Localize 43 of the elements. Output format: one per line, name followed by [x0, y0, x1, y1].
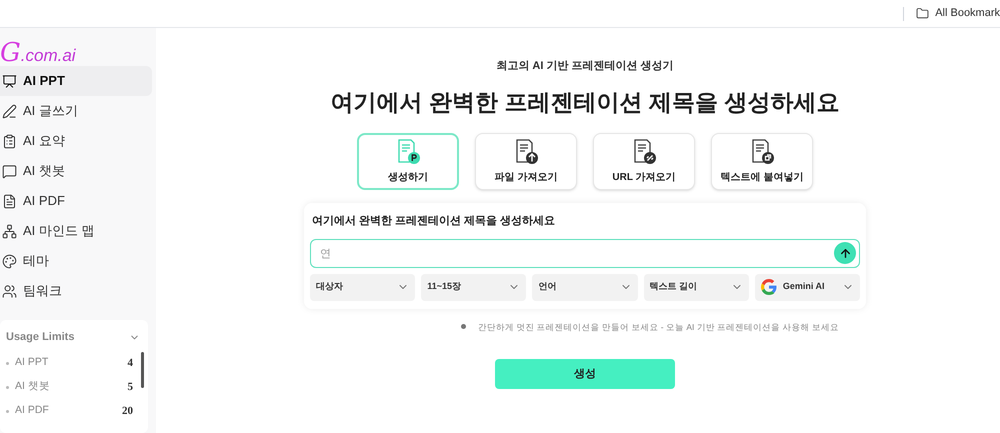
tip-text: 간단하게 멋진 프레젠테이션을 만들어 보세요 - 오늘 AI 기반 프레젠테이션을 사용해 보세요 — [478, 320, 839, 334]
presentation-icon — [2, 74, 17, 88]
google-icon — [760, 279, 777, 295]
chat-bubble-icon — [2, 164, 17, 178]
page-title: 여기에서 완벽한 프레젠테이션 제목을 생성하세요 — [330, 88, 840, 116]
usage-label: AI PPT — [15, 355, 50, 370]
palette-icon — [2, 254, 17, 268]
bookmark-folder[interactable]: All Bookmark — [916, 5, 1000, 22]
mode-tab[interactable]: 파일 가져오기 — [475, 133, 577, 190]
sidebar-item[interactable]: 테마 — [0, 246, 152, 276]
usage-count: 20 — [122, 404, 134, 419]
dropdown[interactable]: 텍스트 길이 — [644, 274, 749, 300]
logo[interactable]: G.com.ai — [0, 28, 156, 66]
sidebar-item[interactable]: AI PDF — [0, 186, 152, 216]
dropdown[interactable]: 대상자 — [310, 274, 416, 300]
mode-tab[interactable]: URL 가져오기 — [593, 133, 695, 190]
network-icon — [2, 224, 17, 238]
scrollbar-thumb[interactable] — [141, 352, 144, 388]
usage-label: AI 챗봇 — [15, 379, 51, 394]
sidebar-item[interactable]: AI 글쓰기 — [0, 96, 152, 126]
usage-count: 5 — [128, 380, 134, 395]
arrow-up-icon — [838, 246, 852, 260]
pen-icon — [2, 104, 17, 118]
sidebar-item[interactable]: AI PPT — [0, 66, 152, 96]
usage-label: AI PDF — [15, 403, 50, 418]
dropdown[interactable]: 언어 — [532, 274, 638, 300]
dropdown[interactable]: 11~15장 — [421, 274, 526, 300]
usage-limits-header[interactable]: Usage Limits — [6, 328, 144, 346]
sidebar-item[interactable]: AI 요약 — [0, 126, 152, 156]
folder-icon — [916, 7, 930, 20]
clipboard-icon — [2, 134, 17, 148]
mode-tab[interactable]: 텍스트에 붙여넣기 — [711, 133, 813, 190]
sidebar-item[interactable]: AI 마인드 맵 — [0, 216, 152, 246]
mode-tab[interactable]: 생성하기 — [357, 133, 459, 190]
users-icon — [2, 284, 17, 298]
generate-button[interactable]: 생성 — [495, 359, 675, 390]
sidebar-item[interactable]: AI 챗봇 — [0, 156, 152, 186]
subtitle: 최고의 AI 기반 프레젠테이션 생성기 — [496, 59, 674, 74]
usage-count: 4 — [128, 356, 134, 371]
document-icon — [2, 194, 17, 208]
dropdown[interactable]: Gemini AI — [754, 274, 860, 300]
sidebar-item[interactable]: 팀워크 — [0, 276, 152, 306]
prompt-heading: 여기에서 완벽한 프레젠테이션 제목을 생성하세요 — [312, 214, 556, 229]
